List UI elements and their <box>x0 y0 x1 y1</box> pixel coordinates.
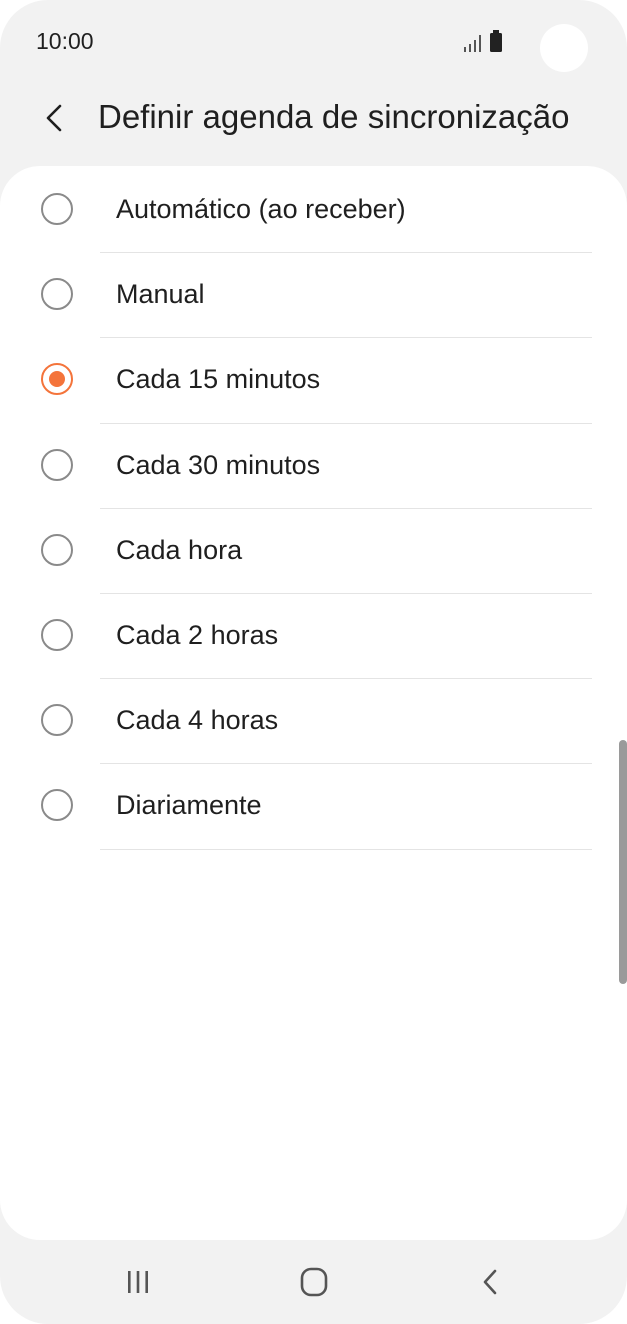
options-card: Automático (ao receber) Manual Cada 15 min… <box>0 166 627 1240</box>
home-icon <box>300 1267 328 1297</box>
camera-cutout <box>540 24 588 72</box>
status-bar: 10:00 <box>0 0 627 80</box>
back-icon <box>483 1269 497 1295</box>
sync-option-label: Cada 2 horas <box>116 619 279 650</box>
sync-option-label: Cada hora <box>116 534 243 565</box>
sync-option-row[interactable]: Automático (ao receber) <box>0 168 627 254</box>
home-button[interactable] <box>284 1262 344 1302</box>
radio-button[interactable] <box>41 448 73 481</box>
sync-option-row[interactable]: Diariamente <box>0 764 627 850</box>
sync-schedule-options: Automático (ao receber) Manual Cada 15 min… <box>0 168 627 850</box>
radio-dot <box>49 371 65 388</box>
chevron-left-icon <box>46 104 62 132</box>
sync-option-row[interactable]: Manual <box>0 253 627 339</box>
radio-button[interactable] <box>41 789 73 822</box>
sync-option-label: Cada 15 minutos <box>116 364 321 395</box>
sync-option-row[interactable]: Cada hora <box>0 509 627 594</box>
sync-option-row[interactable]: Cada 30 minutos <box>0 424 627 509</box>
radio-button[interactable] <box>41 618 73 651</box>
sync-option-row[interactable]: Cada 2 horas <box>0 594 627 680</box>
battery-icon <box>490 30 502 52</box>
sync-option-label: Automático (ao receber) <box>116 194 406 224</box>
navigation-bar <box>0 1240 627 1324</box>
recents-button[interactable] <box>108 1262 168 1302</box>
recents-icon <box>128 1271 148 1293</box>
sync-option-label: Manual <box>116 279 205 310</box>
radio-button-selected[interactable] <box>41 363 73 396</box>
divider <box>100 848 592 850</box>
header: Definir agenda de sincronização <box>0 80 627 164</box>
phone-screen: 10:00 Definir agenda de sincronização Au… <box>0 0 627 1324</box>
status-time: 10:00 <box>36 28 94 54</box>
sync-option-row[interactable]: Cada 15 minutos <box>0 338 627 424</box>
radio-button[interactable] <box>41 278 73 311</box>
back-button[interactable] <box>32 96 76 140</box>
sync-option-row[interactable]: Cada 4 horas <box>0 679 627 765</box>
page-title: Definir agenda de sincronização <box>98 98 570 135</box>
signal-icon <box>464 35 481 52</box>
radio-button[interactable] <box>41 533 73 566</box>
radio-button[interactable] <box>41 193 73 225</box>
sync-option-label: Cada 30 minutos <box>116 449 321 480</box>
sync-option-label: Diariamente <box>116 790 262 821</box>
nav-back-button[interactable] <box>460 1262 520 1302</box>
scrollbar[interactable] <box>619 740 627 984</box>
sync-option-label: Cada 4 horas <box>116 705 279 736</box>
radio-button[interactable] <box>41 704 73 737</box>
